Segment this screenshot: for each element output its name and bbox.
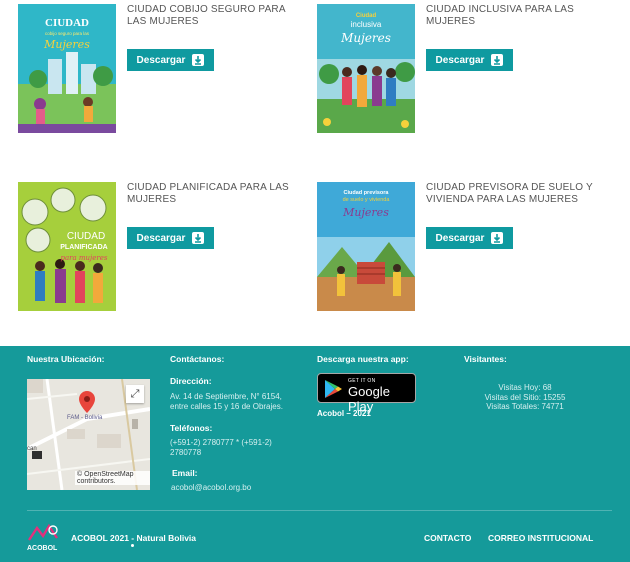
visits-today: Visitas Hoy: 68 — [498, 383, 552, 392]
cover-title: Ciudad — [356, 13, 377, 19]
download-icon — [491, 54, 504, 66]
download-label: Descargar — [136, 54, 186, 66]
map-credit: © OpenStreetMap contributors. — [75, 471, 150, 485]
publication-title: CIUDAD INCLUSIVA PARA LAS MUJERES — [426, 4, 575, 27]
cover-subtitle: cobijo seguro para las — [45, 31, 90, 36]
app-heading: Descarga nuestra app: — [317, 354, 409, 364]
separator-dot — [131, 544, 134, 547]
site-footer: Nuestra Ubicación: FAM - Bolivia can ⤢ ©… — [0, 346, 630, 562]
cover-word: Mujeres — [43, 38, 90, 51]
google-play-icon — [325, 380, 342, 398]
visitors-heading: Visitantes: — [464, 354, 507, 364]
map-place-label: FAM - Bolivia — [67, 415, 103, 421]
app-caption: Acobol – 2021 — [317, 409, 371, 418]
cover-title: CIUDAD — [45, 17, 89, 29]
institutional-mail-link[interactable]: CORREO INSTITUCIONAL — [488, 533, 593, 543]
map-side-label: can — [27, 446, 37, 452]
download-label: Descargar — [435, 54, 485, 66]
cover-word: Mujeres — [342, 206, 389, 219]
publication-card: Ciudad previsora de suelo y vivienda Muj… — [317, 182, 607, 312]
email-label: Email: — [172, 468, 198, 478]
cover-image[interactable]: Ciudad inclusiva Mujeres — [317, 4, 415, 133]
download-icon — [491, 232, 504, 244]
publication-title: CIUDAD COBIJO SEGURO PARA LAS MUJERES — [127, 4, 286, 27]
acobol-logo: ACOBOL — [27, 523, 58, 552]
download-button[interactable]: Descargar — [426, 227, 513, 249]
download-button[interactable]: Descargar — [426, 49, 513, 71]
cover-title: Ciudad previsora — [344, 190, 390, 196]
expand-map-icon[interactable]: ⤢ — [126, 385, 144, 403]
address-label: Dirección: — [170, 376, 212, 386]
phones-text: (+591-2) 2780777 * (+591-2) 2780778 — [170, 438, 272, 457]
logo-text: ACOBOL — [27, 545, 58, 552]
contact-heading: Contáctanos: — [170, 354, 225, 364]
location-heading: Nuestra Ubicación: — [27, 354, 105, 364]
publication-title: CIUDAD PREVISORA DE SUELO Y VIVIENDA PAR… — [426, 182, 593, 205]
download-button[interactable]: Descargar — [127, 227, 214, 249]
download-icon — [192, 54, 205, 66]
cover-subtitle: inclusiva — [351, 20, 382, 29]
publication-title: CIUDAD PLANIFICADA PARA LAS MUJERES — [127, 182, 289, 205]
google-play-badge[interactable]: GET IT ON Google Play — [317, 373, 416, 414]
cover-title: CIUDAD — [67, 231, 105, 242]
download-button[interactable]: Descargar — [127, 49, 214, 71]
cover-word: Mujeres — [340, 31, 391, 45]
visit-counter: Visitas Hoy: 68 Visitas del Sitio: 15255… — [470, 383, 580, 412]
publication-card: Ciudad inclusiva Mujeres CIUDAD INCLUSIV… — [317, 4, 607, 134]
cover-image[interactable]: CIUDAD cobijo seguro para las Mujeres — [18, 4, 116, 133]
address-text: Av. 14 de Septiembre, N° 6154, entre cal… — [170, 392, 283, 411]
cover-word: para mujeres — [61, 254, 108, 262]
publication-card: CIUDAD cobijo seguro para las Mujeres CI… — [18, 4, 308, 134]
email-link[interactable]: acobol@acobol.org.bo — [171, 483, 251, 493]
cover-image[interactable]: CIUDAD PLANIFICADA para mujeres — [18, 182, 116, 311]
visits-site: Visitas del Sitio: 15255 — [484, 392, 566, 402]
contact-link[interactable]: CONTACTO — [424, 533, 471, 543]
map-pin-icon — [79, 391, 95, 413]
publication-card: CIUDAD PLANIFICADA para mujeres CIUDAD P… — [18, 182, 308, 312]
location-map[interactable]: FAM - Bolivia can ⤢ © OpenStreetMap cont… — [27, 379, 150, 490]
phones-label: Teléfonos: — [170, 423, 213, 433]
visits-total: Visitas Totales: 74771 — [486, 402, 564, 411]
download-icon — [192, 232, 205, 244]
cover-subtitle: PLANIFICADA — [60, 244, 107, 251]
download-label: Descargar — [435, 232, 485, 244]
cover-image[interactable]: Ciudad previsora de suelo y vivienda Muj… — [317, 182, 415, 311]
cover-subtitle: de suelo y vivienda — [343, 197, 391, 203]
download-label: Descargar — [136, 232, 186, 244]
footer-divider — [27, 510, 612, 511]
copyright-text: ACOBOL 2021 - Natural Bolivia — [71, 533, 197, 543]
